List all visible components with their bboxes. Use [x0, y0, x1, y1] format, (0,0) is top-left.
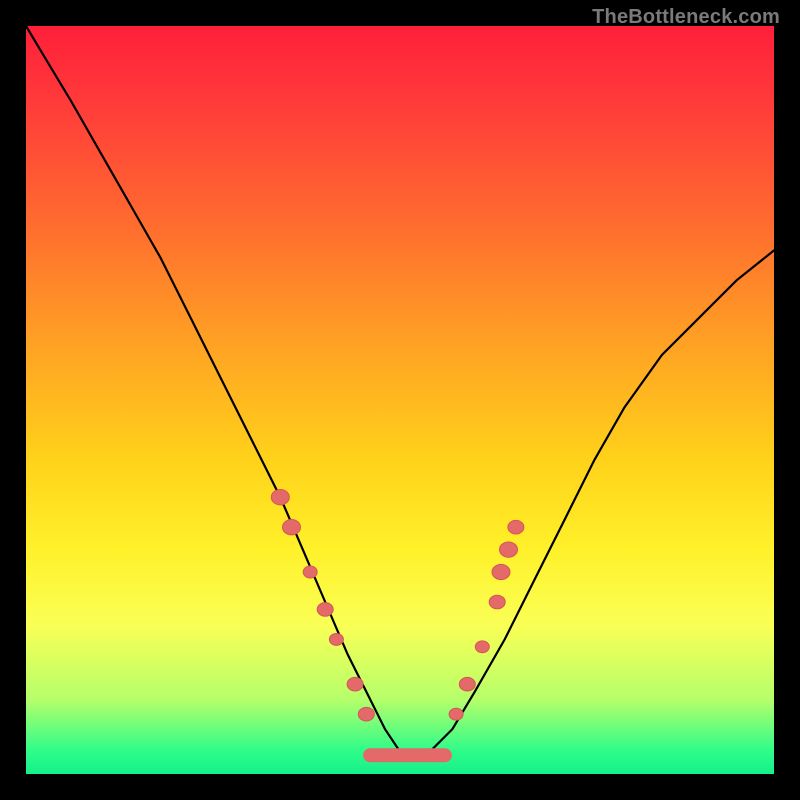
- data-bead: [347, 677, 363, 691]
- data-bead: [358, 707, 374, 721]
- data-bead: [500, 542, 518, 557]
- data-bead: [489, 595, 505, 609]
- data-bead: [475, 641, 489, 653]
- data-bead: [303, 566, 317, 578]
- data-bead: [271, 490, 289, 505]
- data-bead: [317, 603, 333, 617]
- data-bead: [449, 708, 463, 720]
- data-bead: [508, 520, 524, 534]
- data-bead: [283, 520, 301, 535]
- data-bead: [329, 633, 343, 645]
- data-bead: [459, 677, 475, 691]
- chart-overlay: [0, 0, 800, 800]
- bead-group: [271, 490, 524, 721]
- data-bead: [492, 564, 510, 579]
- bottleneck-curve: [26, 26, 774, 752]
- chart-frame: TheBottleneck.com: [0, 0, 800, 800]
